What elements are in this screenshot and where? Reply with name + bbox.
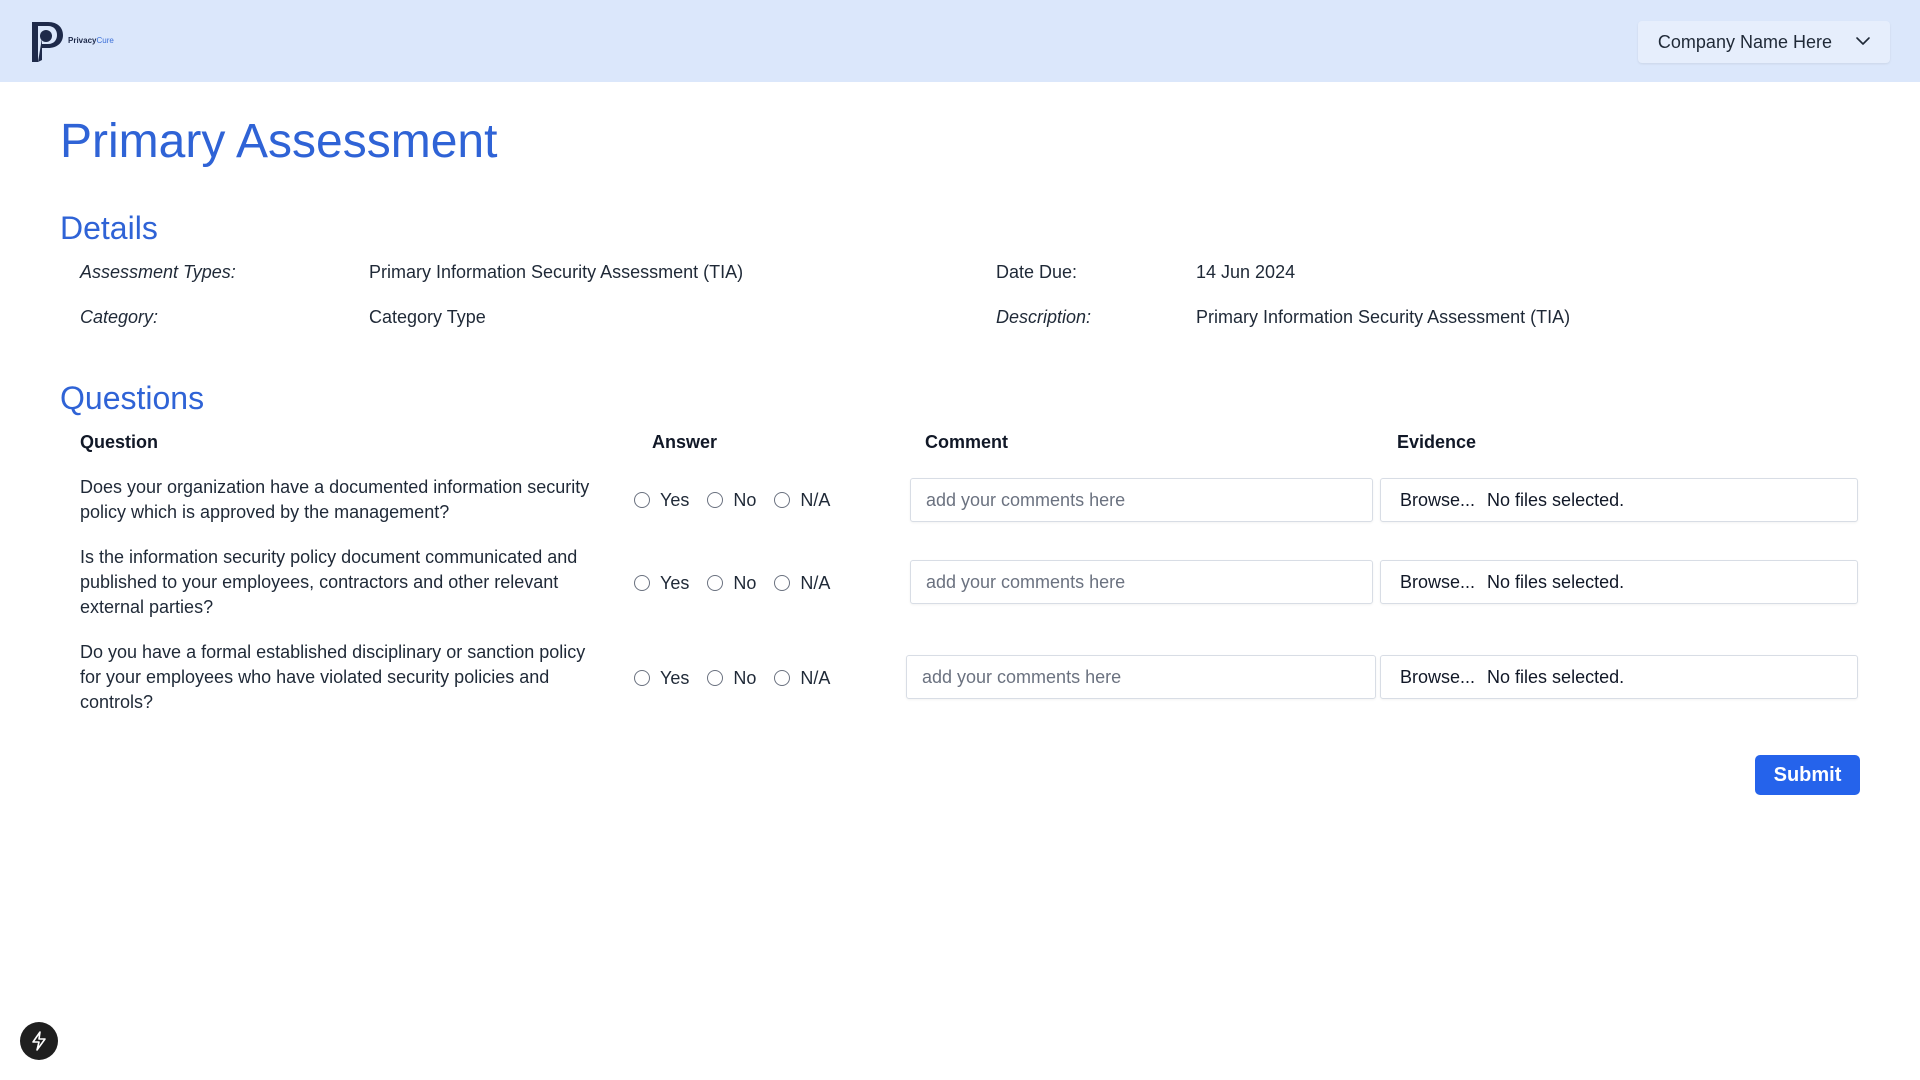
browse-button[interactable]: Browse... — [1400, 572, 1475, 593]
category-value: Category Type — [369, 307, 486, 327]
submit-button[interactable]: Submit — [1755, 755, 1860, 795]
description-value: Primary Information Security Assessment … — [1196, 307, 1571, 327]
top-bar: PrivacyCure Company Name Here — [0, 0, 1920, 82]
radio-circle-icon — [634, 492, 650, 508]
company-select-label: Company Name Here — [1657, 31, 1832, 52]
column-header-evidence: Evidence — [1397, 432, 1477, 452]
page-title: Primary Assessment — [60, 115, 498, 168]
evidence-file-input: Browse... No files selected. — [1380, 560, 1858, 604]
details-section-title: Details — [60, 210, 158, 246]
assessment-types-label: Assessment Types: — [80, 262, 236, 282]
comment-input[interactable] — [910, 560, 1373, 604]
column-header-question: Question — [80, 432, 159, 452]
radio-circle-icon — [707, 575, 724, 591]
company-select[interactable]: Company Name Here — [1637, 21, 1890, 63]
date-due-label: Date Due: — [996, 262, 1078, 282]
file-status-text: No files selected. — [1487, 666, 1625, 687]
question-text: Do you have a formal established discipl… — [80, 642, 586, 712]
radio-circle-icon — [634, 670, 650, 686]
answer-radio-group: Yes No N/A — [634, 488, 848, 512]
column-header-comment: Comment — [925, 432, 1009, 452]
assessment-types-value: Primary Information Security Assessment … — [369, 262, 744, 282]
category-label: Category: — [80, 307, 159, 327]
chevron-down-icon — [1856, 37, 1870, 45]
description-label: Description: — [996, 307, 1092, 327]
answer-radio-group: Yes No N/A — [634, 571, 848, 595]
answer-no-radio[interactable]: No — [707, 490, 756, 511]
radio-circle-icon — [774, 575, 791, 591]
questions-section-title: Questions — [60, 380, 205, 416]
date-due-value: 14 Jun 2024 — [1196, 262, 1296, 282]
answer-yes-radio[interactable]: Yes — [634, 490, 689, 511]
evidence-file-input: Browse... No files selected. — [1380, 655, 1858, 699]
answer-na-radio[interactable]: N/A — [774, 490, 830, 511]
dev-tools-button[interactable] — [20, 1022, 58, 1060]
radio-circle-icon — [707, 492, 724, 508]
column-header-answer: Answer — [652, 432, 718, 452]
radio-circle-icon — [774, 492, 791, 508]
answer-na-radio[interactable]: N/A — [774, 573, 830, 594]
question-text: Does your organization have a documented… — [80, 477, 590, 522]
evidence-file-input: Browse... No files selected. — [1380, 478, 1858, 522]
question-text: Is the information security policy docum… — [80, 547, 578, 617]
radio-circle-icon — [707, 670, 724, 686]
answer-yes-radio[interactable]: Yes — [634, 573, 689, 594]
browse-button[interactable]: Browse... — [1400, 667, 1475, 688]
answer-na-radio[interactable]: N/A — [774, 668, 830, 689]
privacycure-logo[interactable]: PrivacyCure — [28, 20, 158, 64]
file-status-text: No files selected. — [1487, 571, 1625, 592]
comment-input[interactable] — [906, 655, 1376, 699]
logo-mark-icon — [32, 22, 63, 62]
lightning-icon — [32, 1031, 46, 1051]
radio-circle-icon — [634, 575, 650, 591]
answer-yes-radio[interactable]: Yes — [634, 668, 689, 689]
answer-radio-group: Yes No N/A — [634, 666, 848, 690]
logo-text: PrivacyCure — [68, 36, 114, 45]
answer-no-radio[interactable]: No — [707, 668, 756, 689]
radio-circle-icon — [774, 670, 791, 686]
comment-input[interactable] — [910, 478, 1373, 522]
answer-no-radio[interactable]: No — [707, 573, 756, 594]
file-status-text: No files selected. — [1487, 489, 1625, 510]
browse-button[interactable]: Browse... — [1400, 490, 1475, 511]
